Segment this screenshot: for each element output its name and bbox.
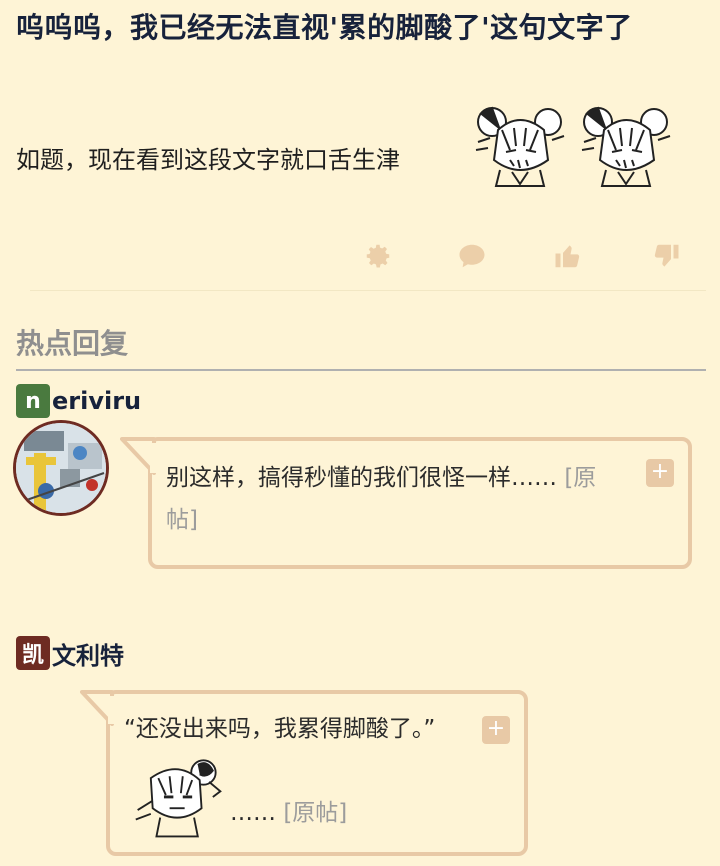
username[interactable]: eriviru [52, 387, 141, 415]
section-divider [16, 369, 706, 371]
like-button[interactable] [550, 238, 586, 274]
plus-button[interactable]: + [482, 716, 510, 744]
username[interactable]: 文利特 [52, 636, 124, 671]
user-badge: 凯 [16, 636, 50, 670]
reply-text: 别这样，搞得秒懂的我们很怪一样…… [原 帖] [166, 465, 597, 533]
reply-ellipsis: …… [原帖] [230, 800, 348, 826]
thumbs-down-icon [654, 244, 679, 267]
divider [30, 290, 706, 291]
manga-face-sticker [135, 759, 222, 838]
avatar-image [16, 423, 106, 513]
dislike-button[interactable] [648, 238, 684, 274]
post-title: 呜呜呜，我已经无法直视'累的脚酸了'这句文字了 [16, 11, 633, 44]
user-badge: n [16, 384, 50, 418]
gear-icon [366, 244, 390, 268]
manga-face-sticker [581, 106, 671, 187]
reply-quote: “还没出来吗，我累得脚酸了。” [124, 716, 436, 742]
thumbs-up-icon [555, 245, 580, 268]
reply-author[interactable]: n eriviru [16, 382, 141, 420]
original-post-link[interactable]: [原帖] [283, 800, 347, 826]
manga-face-sticker [475, 106, 565, 187]
reply-bubble: “还没出来吗，我累得脚酸了。” + …… [原帖] [106, 690, 528, 856]
hot-replies-heading: 热点回复 [16, 327, 129, 360]
reply-author[interactable]: 凯 文利特 [16, 634, 124, 672]
plus-button[interactable]: + [646, 459, 674, 487]
avatar[interactable] [13, 420, 109, 516]
reply-bubble: 别这样，搞得秒懂的我们很怪一样…… [原 帖] + [148, 437, 692, 569]
comment-icon [459, 244, 485, 268]
bubble-tail [120, 437, 156, 475]
comment-button[interactable] [454, 238, 490, 274]
post-action-bar [0, 238, 720, 274]
bubble-tail [80, 690, 114, 726]
post-body: 如题，现在看到这段文字就口舌生津 [16, 146, 400, 174]
settings-button[interactable] [360, 238, 396, 274]
